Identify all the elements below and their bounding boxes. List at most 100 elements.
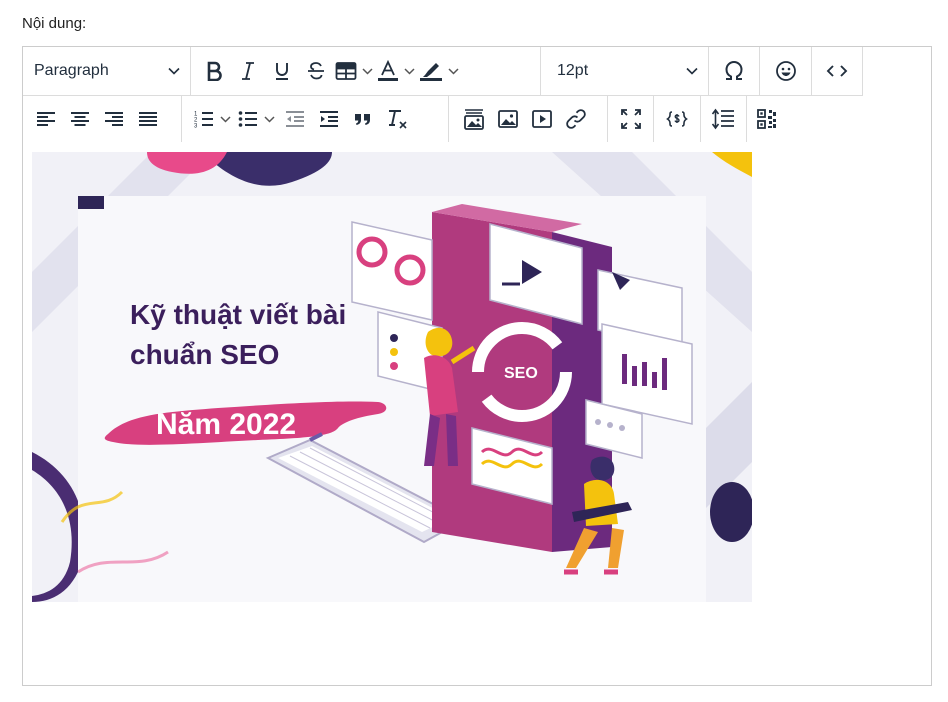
- template-variable-icon: [666, 111, 688, 127]
- text-color-split-button[interactable]: [375, 54, 417, 88]
- block-format-select[interactable]: Paragraph: [23, 54, 190, 88]
- chevron-down-icon: [264, 115, 275, 123]
- table-dropdown-chevron[interactable]: [359, 54, 375, 88]
- highlight-split-button[interactable]: [417, 54, 461, 88]
- svg-text:3: 3: [194, 124, 198, 129]
- formatting-group: [191, 47, 541, 95]
- font-size-select[interactable]: 12pt: [541, 54, 708, 88]
- qr-code-button[interactable]: [750, 102, 784, 136]
- image-year-banner: Năm 2022: [156, 408, 296, 441]
- template-variable-group: [654, 96, 701, 142]
- seo-article-image[interactable]: Kỹ thuật viết bài chuẩn SEO Năm 2022 SEO: [32, 152, 752, 602]
- insert-link-button[interactable]: [559, 102, 593, 136]
- image-gallery-icon: [464, 109, 484, 130]
- emoji-icon: [775, 61, 796, 81]
- image-title-line-2: chuẩn SEO: [130, 339, 279, 370]
- italic-icon: [242, 62, 254, 80]
- clear-formatting-icon: [388, 110, 407, 129]
- table-button[interactable]: [333, 54, 359, 88]
- special-char-group: [709, 47, 760, 95]
- blockquote-button[interactable]: [346, 102, 380, 136]
- source-code-group: [812, 47, 863, 95]
- qr-code-icon: [757, 109, 777, 129]
- align-right-button[interactable]: [97, 102, 131, 136]
- outdent-button[interactable]: [278, 102, 312, 136]
- bold-button[interactable]: [197, 54, 231, 88]
- outdent-icon: [285, 111, 304, 127]
- blockquote-icon: [354, 114, 370, 125]
- source-code-icon: [826, 65, 848, 77]
- fullscreen-group: [608, 96, 655, 142]
- chevron-down-icon: [403, 67, 415, 75]
- chevron-down-icon: [361, 67, 373, 75]
- table-icon: [335, 62, 357, 80]
- text-color-button[interactable]: [375, 54, 401, 88]
- bullet-list-icon: [238, 111, 257, 127]
- insert-image-button[interactable]: [491, 102, 525, 136]
- underline-icon: [276, 63, 288, 80]
- numbered-list-icon: 123: [194, 112, 213, 129]
- clear-formatting-button[interactable]: [380, 102, 414, 136]
- template-variable-button[interactable]: [660, 102, 694, 136]
- chevron-down-icon: [220, 115, 231, 123]
- chevron-down-icon: [168, 67, 180, 75]
- italic-button[interactable]: [231, 54, 265, 88]
- line-height-icon: [712, 108, 735, 130]
- align-center-button[interactable]: [63, 102, 97, 136]
- bullet-list-split-button[interactable]: [234, 102, 278, 136]
- strikethrough-icon: [308, 62, 324, 80]
- numbered-list-dropdown-chevron[interactable]: [218, 102, 234, 136]
- strikethrough-button[interactable]: [299, 54, 333, 88]
- line-height-button[interactable]: [706, 102, 740, 136]
- align-left-icon: [37, 112, 55, 126]
- table-split-button[interactable]: [333, 54, 375, 88]
- source-code-button[interactable]: [820, 54, 854, 88]
- align-left-button[interactable]: [29, 102, 63, 136]
- alignment-group: [23, 96, 182, 142]
- bullet-list-button[interactable]: [234, 102, 262, 136]
- fullscreen-button[interactable]: [614, 102, 648, 136]
- underline-button[interactable]: [265, 54, 299, 88]
- align-center-icon: [71, 112, 89, 126]
- indent-icon: [319, 111, 338, 127]
- bold-icon: [207, 61, 222, 81]
- text-color-icon: [378, 60, 398, 81]
- emoji-button[interactable]: [769, 54, 803, 88]
- text-color-dropdown-chevron[interactable]: [401, 54, 417, 88]
- editor-content-area[interactable]: Kỹ thuật viết bài chuẩn SEO Năm 2022 SEO: [23, 142, 931, 702]
- image-seo-badge: SEO: [504, 365, 538, 382]
- image-title-line-1: Kỹ thuật viết bài: [130, 299, 346, 330]
- insert-media-button[interactable]: [525, 102, 559, 136]
- font-size-group: 12pt: [541, 47, 709, 95]
- font-size-value: 12pt: [557, 62, 589, 79]
- image-gallery-button[interactable]: [457, 102, 491, 136]
- numbered-list-split-button[interactable]: 123: [190, 102, 234, 136]
- line-height-group: [701, 96, 748, 142]
- insert-media-icon: [532, 110, 552, 128]
- special-character-button[interactable]: [717, 54, 751, 88]
- numbered-list-button[interactable]: 123: [190, 102, 218, 136]
- chevron-down-icon: [447, 67, 459, 75]
- seo-illustration: Kỹ thuật viết bài chuẩn SEO Năm 2022 SEO: [32, 152, 752, 602]
- bullet-list-dropdown-chevron[interactable]: [262, 102, 278, 136]
- toolbar-row-2: 123: [23, 96, 787, 142]
- emoji-group: [760, 47, 812, 95]
- align-justify-icon: [139, 112, 157, 126]
- indent-button[interactable]: [312, 102, 346, 136]
- qr-code-group: [747, 96, 787, 142]
- list-indent-group: 123: [182, 96, 449, 142]
- block-format-group: Paragraph: [23, 47, 191, 95]
- content-field-label: Nội dung:: [22, 15, 87, 32]
- block-format-value: Paragraph: [34, 62, 109, 79]
- highlight-dropdown-chevron[interactable]: [445, 54, 461, 88]
- highlight-color-button[interactable]: [417, 54, 445, 88]
- insert-image-icon: [498, 110, 518, 128]
- media-group: [449, 96, 608, 142]
- align-justify-button[interactable]: [131, 102, 165, 136]
- insert-link-icon: [566, 109, 586, 129]
- fullscreen-icon: [620, 109, 641, 129]
- align-right-icon: [105, 112, 123, 126]
- chevron-down-icon: [686, 67, 698, 75]
- toolbar-row-1: Paragraph 12pt: [23, 47, 863, 96]
- highlight-color-icon: [420, 63, 442, 81]
